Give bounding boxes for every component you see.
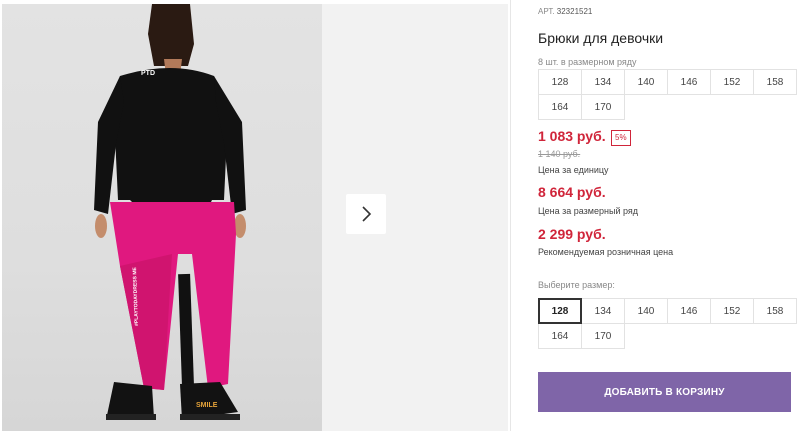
size-option[interactable]: 158 xyxy=(753,298,797,324)
size-option[interactable]: 134 xyxy=(581,298,625,324)
size-option[interactable]: 170 xyxy=(581,323,625,349)
sku-value: 32321521 xyxy=(556,7,593,16)
sku-line: АРТ. 32321521 xyxy=(538,7,592,16)
pack-size-cell: 140 xyxy=(624,69,668,95)
pack-size-cell: 170 xyxy=(581,94,625,120)
row-price-caption: Цена за размерный ряд xyxy=(538,206,639,216)
shirt-logo: PTD xyxy=(141,70,155,77)
size-option[interactable]: 146 xyxy=(667,298,711,324)
row-price: 8 664 руб. xyxy=(538,184,606,200)
pack-size-cell: 128 xyxy=(538,69,582,95)
choose-size-label: Выберите размер: xyxy=(538,280,615,290)
product-photo[interactable]: PTD #PLAYTODAYDRESS ME SMILE xyxy=(2,4,322,431)
sku-label: АРТ. xyxy=(538,7,555,16)
product-title: Брюки для девочки xyxy=(538,30,664,46)
old-price: 1 140 руб. xyxy=(538,149,581,159)
discount-badge: 5% xyxy=(611,130,631,146)
panel-divider xyxy=(510,0,511,431)
size-option[interactable]: 140 xyxy=(624,298,668,324)
product-photo-illustration xyxy=(94,4,246,420)
chevron-right-icon xyxy=(362,206,372,222)
shoe-text: SMILE xyxy=(196,402,218,409)
pack-size-cell: 134 xyxy=(581,69,625,95)
pack-size-cell: 146 xyxy=(667,69,711,95)
product-gallery: PTD #PLAYTODAYDRESS ME SMILE xyxy=(0,0,510,431)
product-info-panel: АРТ. 32321521 Брюки для девочки 8 шт. в … xyxy=(538,0,800,431)
unit-price: 1 083 руб. xyxy=(538,128,606,144)
size-selector: 128 134 140 146 152 158 164 170 xyxy=(538,298,797,349)
pack-size-cell: 164 xyxy=(538,94,582,120)
size-option-selected[interactable]: 128 xyxy=(538,298,582,324)
pack-size-cell: 158 xyxy=(753,69,797,95)
pack-size-grid: 128 134 140 146 152 158 164 170 xyxy=(538,69,797,120)
add-to-cart-button[interactable]: ДОБАВИТЬ В КОРЗИНУ xyxy=(538,372,791,412)
retail-price-caption: Рекомендуемая розничная цена xyxy=(538,247,674,257)
pack-note: 8 шт. в размерном ряду xyxy=(538,57,637,67)
gallery-next-button[interactable] xyxy=(346,194,386,234)
retail-price: 2 299 руб. xyxy=(538,226,606,242)
unit-price-caption: Цена за единицу xyxy=(538,165,609,175)
size-option[interactable]: 152 xyxy=(710,298,754,324)
pack-size-cell: 152 xyxy=(710,69,754,95)
size-option[interactable]: 164 xyxy=(538,323,582,349)
